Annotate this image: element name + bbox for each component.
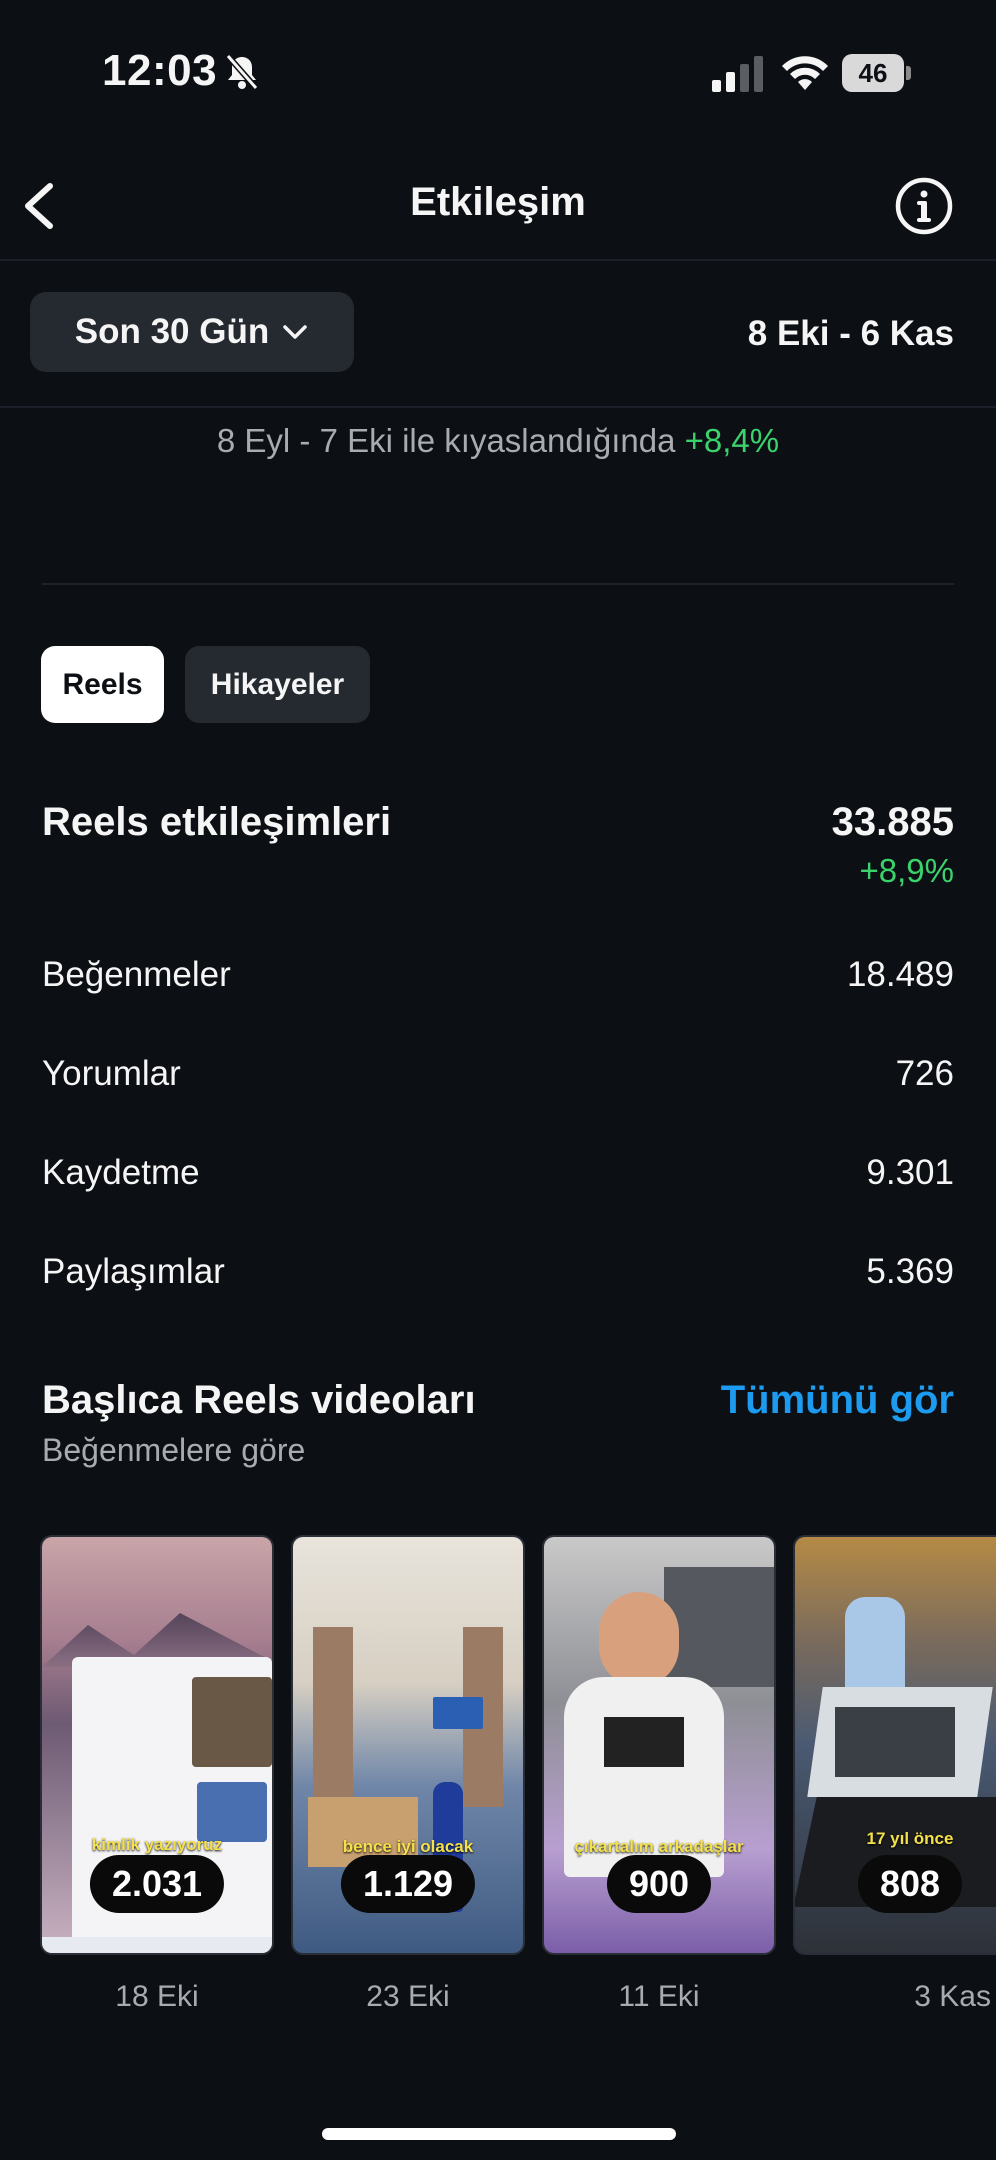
period-selector-label: Son 30 Gün [74, 312, 270, 351]
period-divider [0, 406, 996, 408]
metric-value-shares: 5.369 [866, 1252, 954, 1291]
home-indicator[interactable] [322, 2128, 676, 2140]
reel-like-count: 1.129 [340, 1855, 476, 1913]
section-divider [42, 583, 954, 585]
battery-icon: 46 [842, 54, 914, 92]
reel-date: 3 Kas [914, 1980, 991, 2013]
wifi-icon [782, 56, 828, 90]
summary-label: Reels etkileşimleri [42, 800, 392, 844]
metric-value-saves: 9.301 [866, 1153, 954, 1192]
header-divider [0, 259, 996, 261]
reel-like-count: 900 [606, 1855, 712, 1913]
chevron-down-icon [283, 325, 307, 339]
tab-reels[interactable]: Reels [41, 646, 164, 723]
page-title: Etkileşim [410, 180, 586, 224]
reel-thumbnail[interactable]: çıkartalım arkadaşlar 900 [544, 1537, 774, 1953]
reel-like-count: 2.031 [89, 1855, 225, 1913]
reel-date: 11 Eki [618, 1980, 700, 2013]
reel-caption: bence iyi olacak [342, 1837, 474, 1856]
status-time: 12:03 [102, 46, 218, 95]
reel-caption: kimlik yazıyoruz [91, 1835, 223, 1854]
comparison-change: +8,4% [684, 422, 780, 459]
reel-caption: çıkartalım arkadaşlar [574, 1837, 744, 1856]
metric-label-likes: Beğenmeler [42, 955, 231, 994]
metric-label-saves: Kaydetme [42, 1153, 200, 1192]
comparison-text: 8 Eyl - 7 Eki ile kıyaslandığında +8,4% [0, 422, 996, 460]
metric-label-comments: Yorumlar [42, 1054, 181, 1093]
reel-thumbnail[interactable]: bence iyi olacak 1.129 [293, 1537, 523, 1953]
comparison-label: 8 Eyl - 7 Eki ile kıyaslandığında [216, 422, 676, 459]
tab-stories[interactable]: Hikayeler [185, 646, 370, 723]
reel-date: 23 Eki [366, 1980, 450, 2013]
reel-like-count: 808 [857, 1855, 963, 1913]
date-range: 8 Eki - 6 Kas [747, 314, 954, 353]
top-reels-subtitle: Beğenmelere göre [42, 1432, 306, 1468]
info-icon[interactable] [894, 176, 954, 236]
see-all-link[interactable]: Tümünü gör [721, 1378, 954, 1423]
reel-thumbnail[interactable]: 17 yıl önce 808 [795, 1537, 996, 1953]
period-selector-button[interactable]: Son 30 Gün [30, 292, 354, 372]
battery-level: 46 [842, 54, 904, 92]
cellular-signal-icon [712, 56, 763, 92]
metric-label-shares: Paylaşımlar [42, 1252, 225, 1291]
top-reels-title: Başlıca Reels videoları [42, 1378, 476, 1422]
summary-change: +8,9% [859, 852, 955, 889]
bell-muted-icon [225, 54, 259, 90]
metric-value-comments: 726 [895, 1054, 954, 1093]
reel-caption: 17 yıl önce [866, 1829, 954, 1848]
reel-thumbnail[interactable]: kimlik yazıyoruz 2.031 [42, 1537, 272, 1953]
summary-value: 33.885 [831, 800, 954, 844]
metric-value-likes: 18.489 [846, 955, 954, 994]
reel-date: 18 Eki [115, 1980, 199, 2013]
